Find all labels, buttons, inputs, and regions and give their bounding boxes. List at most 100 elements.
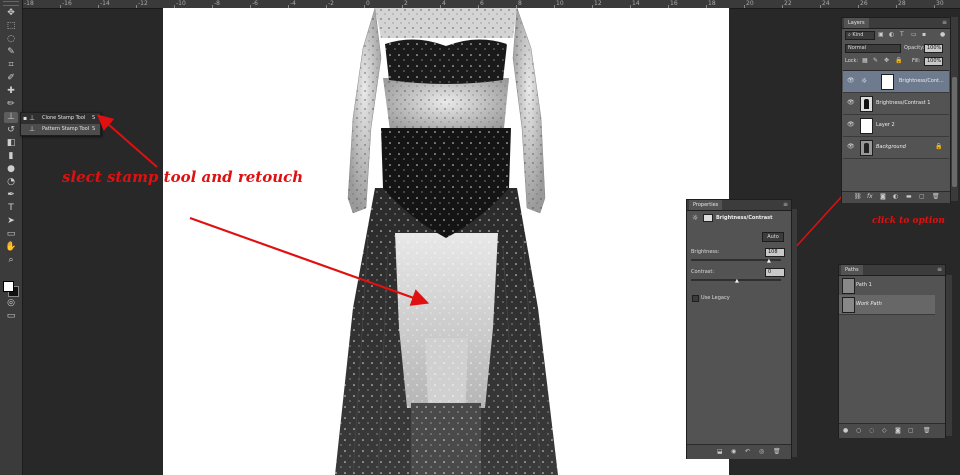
fill-path-icon[interactable]: ● [843,428,848,434]
visibility-eye-icon[interactable]: 👁 [847,78,855,84]
layers-scrollbar[interactable] [950,17,958,201]
layer-name[interactable]: Background [876,144,906,151]
load-selection-icon[interactable]: ◌ [869,428,874,434]
tab-properties[interactable]: Properties [689,200,723,210]
path-thumbnail [842,297,855,313]
auto-button[interactable]: Auto [762,232,784,242]
contrast-field[interactable]: 0 [765,268,785,277]
brightness-field[interactable]: 108 [765,248,785,257]
layer-thumbnail [860,140,873,156]
adjustment-sun-icon: ☼ [861,77,868,85]
opacity-label: Opacity: [904,45,925,51]
filter-shape-icon[interactable]: ▭ [911,32,917,38]
search-icon: ⌕ [848,32,851,38]
paths-panel-header: Paths ≡ [839,265,945,276]
lock-label: Lock: [845,58,859,64]
layer-row-layer-2[interactable]: 👁 Layer 2 [843,115,949,137]
layers-panel-header: Layers ≡ [842,18,950,29]
stamp-instruction-text: slect stamp tool and retouch [62,168,304,186]
lock-all-icon[interactable]: 🔒 [895,58,902,64]
filter-type-icon[interactable]: T [900,32,904,38]
lock-position-icon[interactable]: ✥ [884,58,889,64]
layer-row-brightness-contrast-1[interactable]: 👁 Brightness/Contrast 1 [843,93,949,115]
blend-mode-select[interactable]: Normal [845,44,901,53]
layer-mask-thumbnail[interactable] [881,74,894,90]
trash-icon[interactable]: 🗑 [932,194,940,200]
trash-icon[interactable]: 🗑 [923,428,931,434]
paths-scrollbar[interactable] [945,275,952,436]
properties-scrollbar[interactable] [791,209,797,457]
layer-thumbnail [860,96,873,112]
arrow-to-retouch-area [189,216,430,306]
path-thumbnail [842,278,855,294]
lock-icon: 🔒 [935,143,943,150]
visibility-eye-icon[interactable]: 👁 [847,100,855,106]
visibility-eye-icon[interactable]: 👁 [847,144,855,150]
link-icon[interactable]: ⛓ [854,194,862,200]
filter-adjustment-icon[interactable]: ◐ [889,32,894,38]
panel-menu-icon[interactable]: ≡ [942,20,947,26]
folder-icon[interactable]: ▬ [906,194,912,200]
filter-kind-label: Kind [852,32,864,38]
lock-transparent-icon[interactable]: ▦ [862,58,868,64]
properties-panel-footer: ⬓ ◉ ↶ ◎ 🗑 [687,444,791,459]
opacity-field[interactable]: 100% [924,44,943,53]
properties-title: Brightness/Contrast [716,215,773,221]
fill-field[interactable]: 100% [924,57,943,66]
layer-thumbnail [860,118,873,134]
view-previous-icon[interactable]: ◉ [731,449,736,455]
paths-panel: Paths ≡ Path 1 Work Path ● ○ ◌ ◇ ◙ ▢ 🗑 [838,264,946,438]
visibility-eye-icon[interactable]: 👁 [847,122,855,128]
brightness-slider-thumb[interactable]: ▲ [767,259,771,264]
adjustment-sun-icon: ☼ [692,214,699,222]
filter-pixel-icon[interactable]: ▣ [878,32,884,38]
filter-smart-icon[interactable]: ▪ [922,32,926,38]
use-legacy-checkbox[interactable] [692,295,699,302]
layer-name[interactable]: Brightness/Contrast 1 [876,100,930,107]
layer-row-brightness-contrast-2[interactable]: 👁 ☼ Brightness/Cont... [843,71,949,93]
fill-label: Fill: [912,58,921,64]
fx-icon[interactable]: fx [867,194,873,200]
new-layer-icon[interactable]: ▢ [919,194,925,200]
lock-image-icon[interactable]: ✎ [873,58,878,64]
visibility-icon[interactable]: ◎ [759,449,764,455]
contrast-label: Contrast: [691,269,715,275]
annotation-arrows [96,90,939,306]
path-name[interactable]: Work Path [856,301,882,308]
add-mask-icon[interactable]: ◙ [895,428,901,434]
contrast-slider-thumb[interactable]: ▲ [735,279,739,284]
layers-panel-footer: ⛓ fx ◙ ◐ ▬ ▢ 🗑 [842,191,950,203]
properties-panel: Properties ≡ ☼ Brightness/Contrast Auto … [686,199,792,459]
click-option-text: click to option [872,216,945,226]
panel-menu-icon[interactable]: ≡ [783,202,788,208]
path-name[interactable]: Path 1 [856,282,872,289]
tab-layers[interactable]: Layers [844,18,869,28]
new-path-icon[interactable]: ▢ [908,428,914,434]
layer-row-background[interactable]: 👁 Background 🔒 [843,137,949,159]
layers-panel: Layers ≡ ⌕ Kind ▣ ◐ T ▭ ▪ ● Normal Opaci… [841,17,951,203]
stroke-path-icon[interactable]: ○ [856,428,861,434]
layers-list: 👁 ☼ Brightness/Cont... 👁 Brightness/Cont… [843,70,949,193]
tab-paths[interactable]: Paths [841,265,863,275]
properties-panel-header: Properties ≡ [687,200,791,211]
reset-icon[interactable]: ↶ [745,449,750,455]
paths-panel-footer: ● ○ ◌ ◇ ◙ ▢ 🗑 [839,423,945,438]
blend-mode-value: Normal [848,45,867,51]
layers-scroll-thumb[interactable] [952,77,957,187]
make-path-icon[interactable]: ◇ [882,428,887,434]
trash-icon[interactable]: 🗑 [773,449,781,455]
brightness-label: Brightness: [691,249,720,255]
path-row-work-path[interactable]: Work Path [839,295,935,315]
adjustment-icon[interactable]: ◐ [893,194,898,200]
filter-kind-select[interactable]: ⌕ Kind [845,31,875,40]
mask-toggle-icon[interactable] [703,214,713,222]
layer-name[interactable]: Layer 2 [876,122,895,129]
path-row-path-1[interactable]: Path 1 [839,276,935,296]
filter-toggle-icon[interactable]: ● [940,32,945,38]
clip-icon[interactable]: ⬓ [717,449,723,455]
arrow-to-stamp-tool [96,114,158,168]
mask-icon[interactable]: ◙ [880,194,886,200]
use-legacy-label: Use Legacy [701,295,730,301]
layer-name[interactable]: Brightness/Cont... [899,78,944,85]
panel-menu-icon[interactable]: ≡ [937,267,942,273]
